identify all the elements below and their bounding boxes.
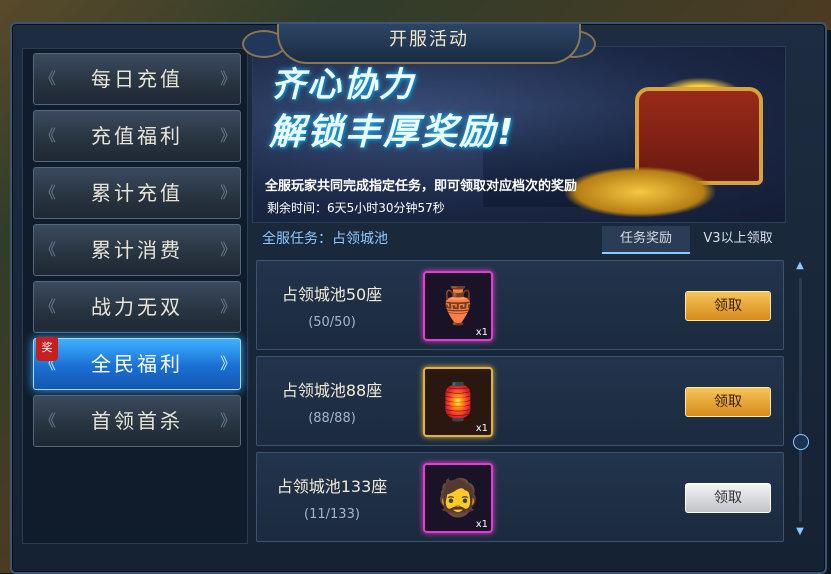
countdown-timer: 剩余时间：6天5小时30分钟57秒 (267, 201, 445, 215)
task-row: 占领城池88座 (88/88) 🏮 x1 领取 (256, 356, 784, 446)
task-row: 占领城池133座 (11/133) 🧔 x1 领取 (256, 452, 784, 542)
sidebar-item-boss-first-kill[interactable]: 首领首杀 (33, 395, 241, 447)
banner-title-line2: 解锁丰厚奖励! (269, 112, 516, 153)
task-row: 占领城池50座 (50/50) 🏺 x1 领取 (256, 260, 784, 350)
sidebar: 每日充值 充值福利 累计充值 累计消费 战力无双 奖 全民福利 首领首杀 (22, 48, 248, 544)
task-progress: (88/88) (308, 411, 356, 426)
banner-description: 全服玩家共同完成指定任务，即可领取对应档次的奖励 (265, 179, 578, 194)
claim-button[interactable]: 领取 (685, 387, 771, 417)
reward-badge: 奖 (36, 337, 58, 361)
sidebar-item-label: 每日充值 (91, 67, 183, 91)
sidebar-item-cumulative-spending[interactable]: 累计消费 (33, 224, 241, 276)
task-name: 占领城池133座 (276, 477, 388, 496)
task-name: 占领城池50座 (281, 285, 383, 304)
event-banner: 齐心协力 解锁丰厚奖励! 全服玩家共同完成指定任务，即可领取对应档次的奖励 剩余… (252, 46, 786, 223)
red-gourd-icon: 🏮 (435, 382, 481, 423)
sidebar-item-label: 首领首杀 (91, 409, 183, 433)
claim-button[interactable]: 领取 (685, 291, 771, 321)
reward-item-slot[interactable]: 🏺 x1 (423, 271, 493, 341)
sidebar-item-cumulative-recharge[interactable]: 累计充值 (33, 167, 241, 219)
reward-item-slot[interactable]: 🏮 x1 (423, 367, 493, 437)
sidebar-item-label: 累计消费 (91, 238, 183, 262)
warrior-portrait-icon: 🧔 (435, 478, 481, 519)
porcelain-vase-icon: 🏺 (435, 286, 481, 327)
item-count: x1 (475, 423, 488, 434)
task-progress: (50/50) (308, 315, 356, 330)
scroll-down-icon[interactable]: ▼ (794, 526, 806, 538)
reward-item-slot[interactable]: 🧔 x1 (423, 463, 493, 533)
scroll-track[interactable] (799, 278, 802, 522)
scroll-thumb[interactable] (793, 434, 809, 450)
sidebar-item-power-unmatched[interactable]: 战力无双 (33, 281, 241, 333)
tab-v3-claim[interactable]: V3以上领取 (694, 226, 782, 252)
item-count: x1 (475, 519, 488, 530)
scroll-up-icon[interactable]: ▲ (794, 260, 806, 272)
claim-button[interactable]: 领取 (685, 483, 771, 513)
sidebar-item-recharge-welfare[interactable]: 充值福利 (33, 110, 241, 162)
sidebar-item-daily-recharge[interactable]: 每日充值 (33, 53, 241, 105)
task-section-header: 全服任务：占领城池 (262, 231, 388, 247)
sidebar-item-label: 累计充值 (91, 181, 183, 205)
scrollbar[interactable]: ▲ ▼ (790, 258, 810, 542)
item-count: x1 (475, 327, 488, 338)
sidebar-item-label: 全民福利 (91, 352, 183, 376)
banner-title-line1: 齐心协力 (271, 65, 415, 105)
gold-coins-icon (565, 167, 715, 217)
sidebar-item-label: 战力无双 (91, 295, 183, 319)
window-title: 开服活动 (277, 24, 581, 64)
sidebar-item-universal-welfare[interactable]: 奖 全民福利 (33, 337, 241, 390)
tab-task-reward[interactable]: 任务奖励 (602, 226, 690, 254)
task-name: 占领城池88座 (281, 381, 383, 400)
task-list: 占领城池50座 (50/50) 🏺 x1 领取 占领城池88座 (88/88) … (252, 258, 784, 542)
task-progress: (11/133) (304, 507, 360, 522)
sidebar-item-label: 充值福利 (91, 124, 183, 148)
